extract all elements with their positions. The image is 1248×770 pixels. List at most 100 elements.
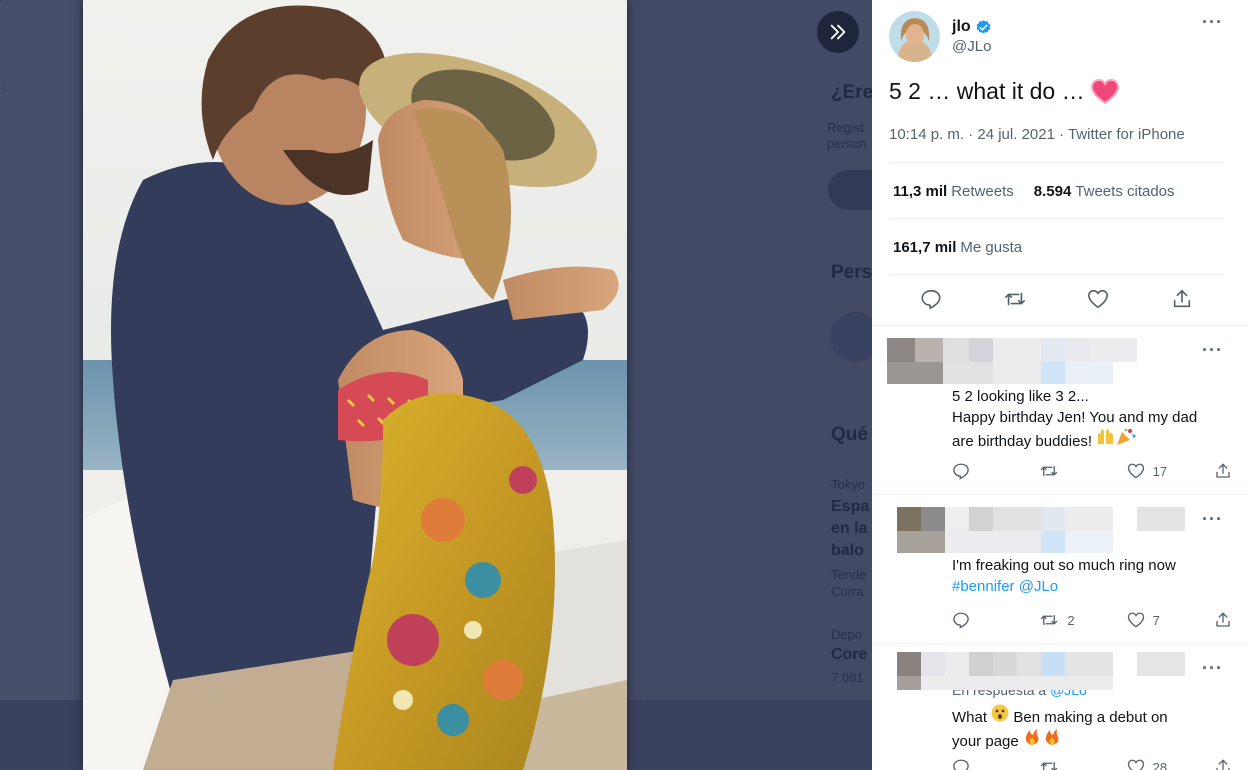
blurred-reply-author [887, 338, 1142, 384]
reply-text: 5 2 looking like 3 2... Happy birthday J… [952, 386, 1232, 452]
bg-text-1: Regist [827, 120, 864, 135]
tweet-actions [889, 286, 1224, 312]
like-button[interactable] [1085, 286, 1111, 312]
reply-line: What [952, 709, 988, 726]
share-button[interactable] [1214, 758, 1232, 770]
quotes-stat[interactable]: 8.594 Tweets citados [1034, 183, 1175, 200]
fire-emoji-icon [1023, 728, 1063, 752]
tweet-author[interactable]: jlo @JLo [889, 11, 992, 62]
like-icon [1127, 612, 1144, 628]
more-icon[interactable]: ··· [1202, 12, 1223, 33]
bg-avatar [830, 312, 872, 362]
retweets-label: Retweets [951, 183, 1014, 200]
bg-text-3: Tokyo [831, 477, 865, 492]
share-button[interactable] [1214, 611, 1232, 629]
author-handle[interactable]: @JLo [952, 38, 992, 55]
reply-tweet[interactable]: ··· 5 2 looking like 3 2... Happy birthd… [872, 326, 1248, 494]
retweet-icon [1004, 292, 1025, 306]
retweet-icon [1041, 465, 1058, 477]
bg-text-5: Corra [831, 584, 864, 599]
bg-text-2: person [827, 136, 867, 151]
reply-icon [953, 759, 969, 770]
reply-button[interactable] [952, 611, 998, 629]
reply-line: Happy birthday Jen! You and my dad [952, 409, 1198, 426]
retweet-button[interactable] [1002, 286, 1028, 312]
like-icon [1088, 289, 1109, 309]
reply-line: Ben making a debut on [1013, 709, 1168, 726]
hashtag-link[interactable]: #bennifer [952, 578, 1015, 595]
reply-icon [953, 463, 969, 480]
tweet-timestamp[interactable]: 10:14 p. m. · 24 jul. 2021 · Twitter for… [889, 126, 1185, 143]
like-button[interactable]: 7 [1127, 611, 1173, 629]
divider [889, 218, 1224, 219]
heart-emoji-icon [1090, 78, 1119, 104]
verified-badge-icon [976, 19, 990, 34]
bg-trend-4: Core [831, 646, 868, 663]
retweets-stat[interactable]: 11,3 mil Retweets [893, 183, 1014, 200]
tweet-text: 5 2 … what it do … [889, 78, 1119, 105]
reply-line: I'm freaking out so much ring now [952, 557, 1176, 574]
divider [889, 162, 1224, 163]
retweets-count: 11,3 mil [893, 183, 948, 200]
more-icon[interactable]: ··· [1202, 509, 1223, 530]
share-icon [1216, 463, 1230, 478]
blurred-reply-author [887, 652, 1192, 698]
like-count: 17 [1152, 463, 1168, 479]
tweet-detail-panel: jlo @JLo ··· 5 2 … what it do … 10:14 p.… [872, 0, 1248, 770]
bg-trend-1: Espa [831, 498, 870, 515]
bg-text-4: Tende [831, 567, 867, 582]
bg-pill [828, 170, 872, 210]
reply-line: your page [952, 733, 1019, 750]
share-icon [1216, 612, 1230, 627]
reply-line: are birthday buddies! [952, 433, 1093, 450]
like-icon [1127, 759, 1144, 770]
retweet-icon [1041, 761, 1058, 770]
retweet-button[interactable] [1039, 462, 1085, 480]
retweet-button[interactable]: 2 [1039, 611, 1085, 629]
likes-label: Me gusta [960, 239, 1023, 256]
bg-text-6: Depo [831, 627, 863, 642]
retweet-count: 2 [1067, 612, 1075, 628]
like-button[interactable]: 17 [1127, 462, 1173, 480]
share-button[interactable] [1169, 286, 1195, 312]
reply-icon [953, 612, 969, 629]
raised-hands-emoji-icon [1096, 428, 1116, 452]
author-avatar[interactable] [889, 11, 940, 62]
blurred-reply-author [887, 507, 1192, 553]
quotes-count: 8.594 [1033, 183, 1072, 200]
bg-trend-2: en la [831, 520, 868, 537]
share-button[interactable] [1214, 462, 1232, 480]
reply-tweet[interactable]: ··· I'm freaking out so much ring now #b… [872, 495, 1248, 643]
bg-heading-2: Pers [831, 262, 872, 283]
share-icon [1216, 759, 1230, 770]
reply-text: I'm freaking out so much ring now #benni… [952, 555, 1232, 597]
retweet-icon [1041, 614, 1058, 626]
bg-trend-3: balo [831, 542, 864, 559]
mention-link[interactable]: @JLo [1019, 578, 1058, 595]
reply-line: 5 2 looking like 3 2... [952, 388, 1089, 405]
like-count: 28 [1152, 759, 1168, 770]
more-icon[interactable]: ··· [1202, 340, 1223, 361]
collapse-panel-button[interactable] [817, 11, 859, 53]
tweet-stats-row: 11,3 mil Retweets 8.594 Tweets citados [893, 183, 1175, 200]
likes-count: 161,7 mil [893, 239, 957, 256]
astonished-emoji-icon [991, 704, 1009, 728]
reply-button[interactable] [918, 286, 944, 312]
author-display-name[interactable]: jlo [952, 18, 992, 36]
reply-tweet[interactable]: En respuesta a @JLo ··· What Ben making … [872, 644, 1248, 770]
reply-actions: 2 7 [952, 611, 1232, 629]
quotes-label: Tweets citados [1075, 183, 1175, 200]
tweet-photo[interactable] [83, 0, 627, 770]
like-button[interactable]: 28 [1127, 758, 1173, 770]
party-popper-emoji-icon [1116, 428, 1136, 452]
photo-illustration [83, 0, 627, 770]
reply-actions: 17 [952, 462, 1232, 480]
reply-button[interactable] [952, 758, 998, 770]
likes-stat[interactable]: 161,7 mil Me gusta [893, 239, 1022, 256]
tweet-text-content: 5 2 … what it do … [889, 78, 1085, 104]
more-icon[interactable]: ··· [1202, 658, 1223, 679]
retweet-button[interactable] [1039, 758, 1085, 770]
like-icon [1127, 463, 1144, 479]
display-name-text: jlo [952, 18, 971, 35]
reply-button[interactable] [952, 462, 998, 480]
